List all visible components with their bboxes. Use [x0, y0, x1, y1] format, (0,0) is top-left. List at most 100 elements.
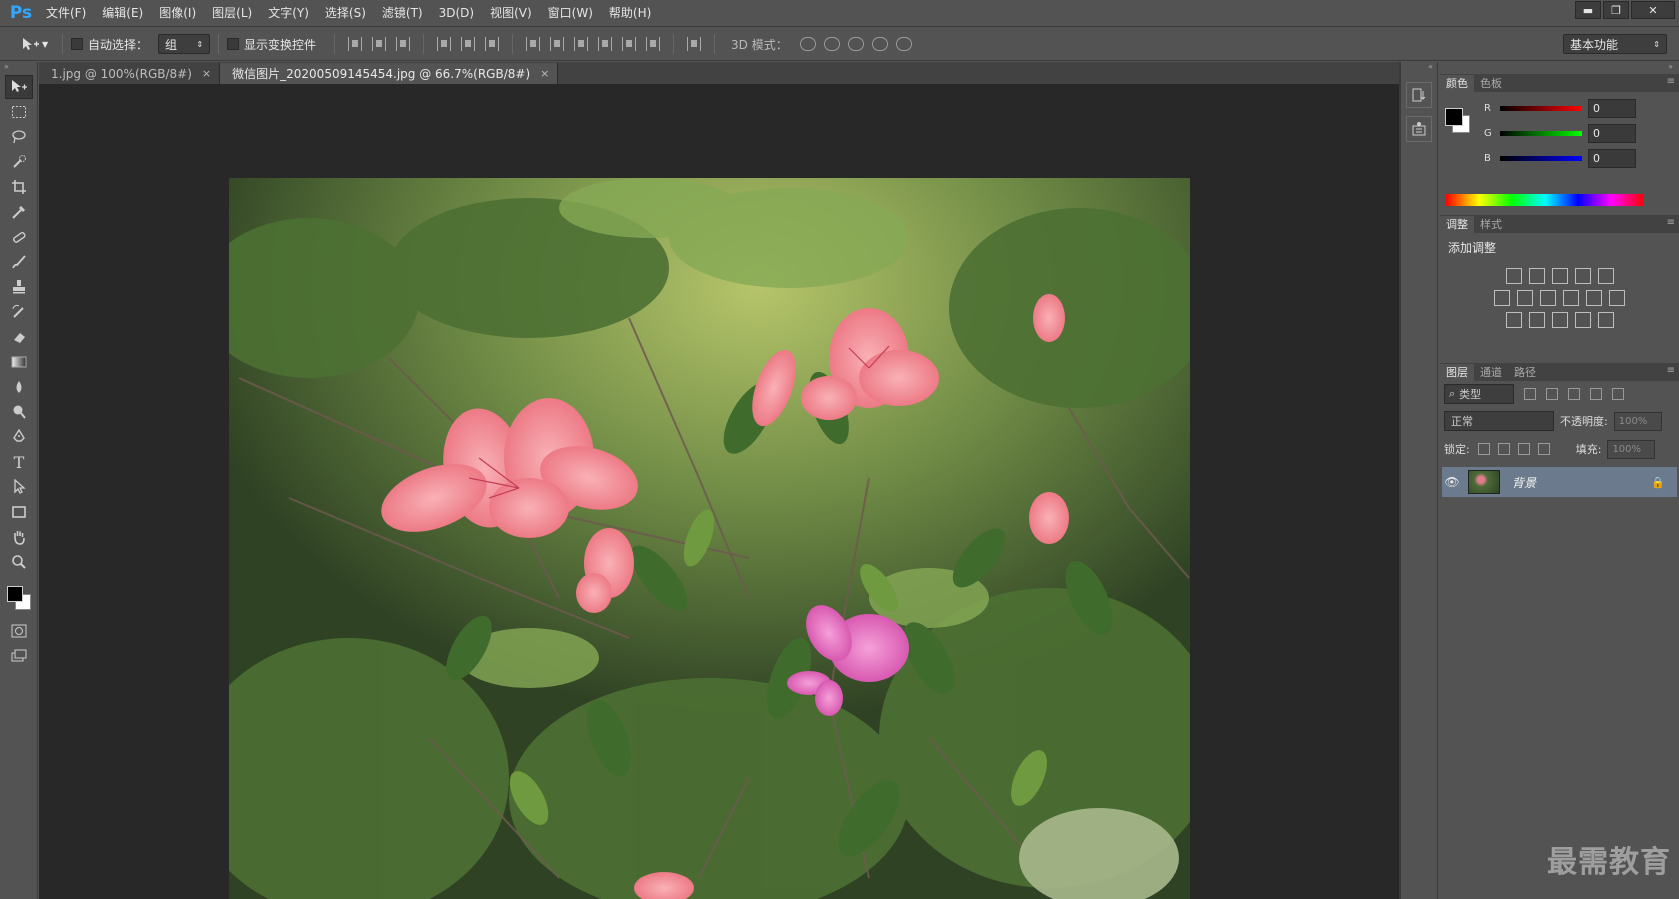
type-tool[interactable]: T: [5, 450, 33, 474]
vibrance-icon[interactable]: [1597, 268, 1614, 284]
color-balance-icon[interactable]: [1517, 290, 1533, 306]
blue-slider[interactable]: [1500, 156, 1582, 161]
color-lookup-icon[interactable]: [1609, 290, 1625, 306]
panel-menu-icon[interactable]: ≡: [1667, 217, 1675, 228]
tab-styles[interactable]: 样式: [1474, 216, 1508, 233]
collapse-grip[interactable]: »: [1440, 62, 1679, 74]
filter-adjustment-icon[interactable]: [1546, 388, 1558, 400]
posterize-icon[interactable]: [1528, 312, 1545, 328]
fill-input[interactable]: 100%: [1607, 439, 1656, 459]
menu-filter[interactable]: 滤镜(T): [374, 0, 431, 27]
distribute-vcenter-icon[interactable]: [550, 37, 565, 51]
workspace-dropdown[interactable]: 基本功能 ⇕: [1563, 34, 1667, 54]
lock-position-icon[interactable]: [1517, 443, 1530, 455]
auto-select-checkbox[interactable]: [71, 38, 83, 50]
filter-pixel-icon[interactable]: [1524, 388, 1536, 400]
close-button[interactable]: ✕: [1631, 1, 1675, 19]
move-tool[interactable]: [5, 75, 33, 99]
distribute-left-icon[interactable]: [598, 37, 613, 51]
healing-brush-tool[interactable]: [5, 225, 33, 249]
align-vcenter-icon[interactable]: [372, 37, 387, 51]
show-transform-checkbox[interactable]: [227, 38, 240, 50]
lock-image-icon[interactable]: [1497, 443, 1510, 455]
tab-paths[interactable]: 路径: [1508, 364, 1542, 381]
menu-3d[interactable]: 3D(D): [431, 0, 482, 27]
eraser-tool[interactable]: [5, 325, 33, 349]
selective-color-icon[interactable]: [1574, 312, 1591, 328]
menu-help[interactable]: 帮助(H): [601, 0, 659, 27]
align-hcenter-icon[interactable]: [461, 37, 476, 51]
menu-type[interactable]: 文字(Y): [260, 0, 317, 27]
layer-row-background[interactable]: 👁 背景 🔒: [1442, 467, 1677, 497]
panel-menu-icon[interactable]: ≡: [1667, 76, 1675, 87]
close-icon[interactable]: ×: [540, 67, 549, 80]
layer-kind-dropdown[interactable]: ⌕ 类型: [1444, 384, 1514, 404]
screen-mode-button[interactable]: [5, 644, 33, 668]
pen-tool[interactable]: [5, 425, 33, 449]
blue-value[interactable]: 0: [1588, 149, 1636, 168]
zoom-tool[interactable]: [5, 550, 33, 574]
green-value[interactable]: 0: [1588, 124, 1636, 143]
gradient-tool[interactable]: [5, 350, 33, 374]
lasso-tool[interactable]: [5, 125, 33, 149]
distribute-bottom-icon[interactable]: [574, 37, 589, 51]
properties-panel-icon[interactable]: [1406, 116, 1432, 142]
filter-type-icon[interactable]: [1568, 388, 1580, 400]
collapse-grip[interactable]: »: [0, 62, 37, 74]
menu-file[interactable]: 文件(F): [38, 0, 94, 27]
lock-transparent-icon[interactable]: [1477, 443, 1490, 455]
menu-edit[interactable]: 编辑(E): [94, 0, 151, 27]
quick-select-tool[interactable]: [5, 150, 33, 174]
canvas-area[interactable]: [39, 84, 1399, 899]
collapse-grip[interactable]: «: [1401, 62, 1437, 74]
brush-tool[interactable]: [5, 250, 33, 274]
rectangle-tool[interactable]: [5, 500, 33, 524]
gradient-map-icon[interactable]: [1597, 312, 1614, 328]
hue-saturation-icon[interactable]: [1494, 290, 1510, 306]
lock-all-icon[interactable]: [1537, 443, 1550, 455]
color-spectrum[interactable]: [1446, 194, 1644, 206]
tab-layers[interactable]: 图层: [1440, 364, 1474, 381]
red-value[interactable]: 0: [1588, 99, 1636, 118]
threshold-icon[interactable]: [1551, 312, 1568, 328]
opacity-input[interactable]: 100%: [1613, 411, 1662, 431]
slide-3d-icon[interactable]: [871, 37, 888, 51]
roll-3d-icon[interactable]: [823, 37, 840, 51]
color-swatches[interactable]: [0, 578, 37, 618]
levels-icon[interactable]: [1528, 268, 1545, 284]
green-slider[interactable]: [1500, 131, 1582, 136]
eyedropper-tool[interactable]: [5, 200, 33, 224]
align-top-icon[interactable]: [348, 37, 363, 51]
clone-stamp-tool[interactable]: [5, 275, 33, 299]
path-select-tool[interactable]: [5, 475, 33, 499]
menu-view[interactable]: 视图(V): [482, 0, 540, 27]
panel-menu-icon[interactable]: ≡: [1667, 365, 1675, 376]
foreground-color[interactable]: [7, 586, 23, 602]
photoshop-logo[interactable]: Ps: [4, 0, 38, 27]
move-tool-preset[interactable]: ▼: [20, 32, 54, 56]
filter-smart-object-icon[interactable]: [1612, 388, 1624, 400]
red-slider[interactable]: [1500, 106, 1582, 111]
align-bottom-icon[interactable]: [396, 37, 411, 51]
auto-select-dropdown[interactable]: 组 ⇕: [158, 34, 211, 54]
photo-filter-icon[interactable]: [1563, 290, 1579, 306]
menu-layer[interactable]: 图层(L): [204, 0, 260, 27]
history-brush-tool[interactable]: [5, 300, 33, 324]
menu-window[interactable]: 窗口(W): [540, 0, 601, 27]
channel-mixer-icon[interactable]: [1586, 290, 1602, 306]
brightness-icon[interactable]: [1505, 268, 1522, 284]
dodge-tool[interactable]: [5, 400, 33, 424]
align-right-icon[interactable]: [485, 37, 500, 51]
visibility-eye-icon[interactable]: 👁: [1442, 475, 1462, 489]
tab-color[interactable]: 颜色: [1440, 75, 1474, 92]
distribute-hcenter-icon[interactable]: [622, 37, 637, 51]
invert-icon[interactable]: [1505, 312, 1522, 328]
blur-tool[interactable]: [5, 375, 33, 399]
marquee-tool[interactable]: [5, 100, 33, 124]
restore-button[interactable]: ❐: [1603, 1, 1629, 19]
document-tab-2[interactable]: 微信图片_20200509145454.jpg @ 66.7%(RGB/8#) …: [220, 63, 559, 84]
menu-image[interactable]: 图像(I): [151, 0, 204, 27]
document-tab-1[interactable]: 1.jpg @ 100%(RGB/8#) ×: [39, 63, 221, 84]
tab-swatches[interactable]: 色板: [1474, 75, 1508, 92]
black-white-icon[interactable]: [1540, 290, 1556, 306]
